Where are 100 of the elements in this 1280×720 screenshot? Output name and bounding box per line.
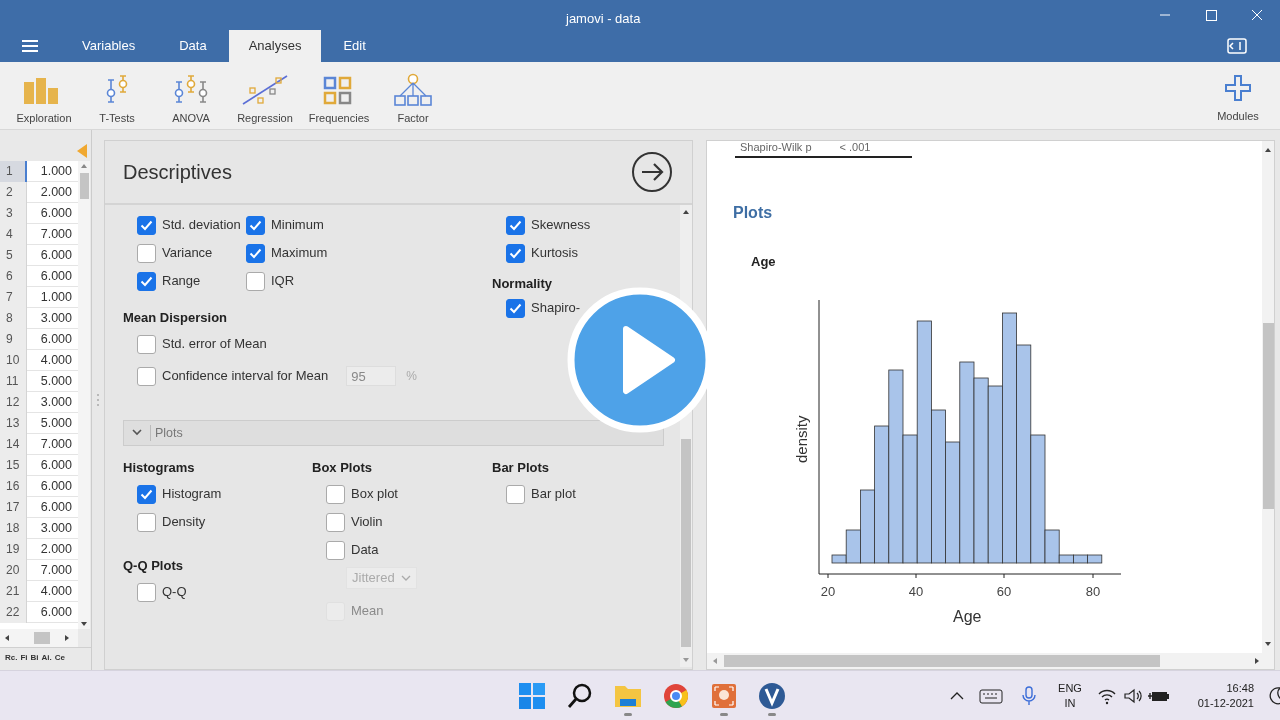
clock[interactable]: 16:48 01-12-2021 — [1192, 681, 1254, 711]
toolbar-button[interactable]: Regression — [228, 62, 302, 128]
row-number: 17 — [0, 497, 27, 518]
table-cell-text: 6.000 — [39, 205, 73, 222]
axis-tick-label: 80 — [1085, 582, 1101, 601]
toolbar-button[interactable]: Factor — [376, 62, 450, 128]
scrollbar-thumb[interactable] — [724, 655, 1160, 667]
scrollbar-thumb[interactable] — [1262, 323, 1274, 509]
checkbox[interactable] — [506, 484, 525, 504]
checkbox[interactable] — [137, 215, 156, 235]
row-number: 7 — [0, 287, 27, 308]
plot-title: Age — [751, 253, 777, 271]
toolbar-button[interactable]: Frequencies — [302, 62, 376, 128]
row-number: 18 — [0, 518, 27, 539]
table-cell-text: 6.000 — [39, 499, 73, 516]
table-cell-text: 1.000 — [39, 289, 73, 306]
axis-tick-label: 20 — [820, 582, 836, 601]
section-heading: Histograms — [123, 459, 196, 476]
row-number: 19 — [0, 539, 27, 560]
splitter-handle-icon[interactable] — [96, 393, 100, 407]
checkbox[interactable] — [326, 484, 345, 504]
checkbox[interactable] — [137, 243, 156, 263]
checkbox[interactable] — [246, 243, 265, 263]
tab[interactable]: Edit — [321, 30, 388, 62]
tab[interactable]: Data — [157, 30, 229, 62]
checkbox-label: Skewness — [531, 216, 591, 235]
checkbox[interactable] — [137, 484, 156, 504]
histogram-bar — [1073, 554, 1088, 563]
status-text: Rc. — [5, 652, 18, 664]
toolbar-button[interactable]: T-Tests — [80, 62, 154, 128]
scrollbar-thumb[interactable] — [34, 632, 50, 644]
row-number: 22 — [0, 602, 27, 623]
row-number: 16 — [0, 476, 27, 497]
checkbox-label: Minimum — [271, 216, 324, 235]
checkbox[interactable] — [506, 243, 525, 263]
row-number: 10 — [0, 350, 27, 371]
checkbox[interactable] — [137, 271, 156, 291]
row-number: 9 — [0, 329, 27, 350]
checkbox[interactable] — [326, 540, 345, 560]
status-text: Bi — [30, 652, 39, 664]
row-number: 2 — [0, 182, 27, 203]
speaker-icon[interactable] — [1122, 687, 1144, 705]
checkbox-label: Histogram — [162, 485, 222, 504]
histogram-bar — [1087, 554, 1103, 563]
checkbox-label: Box plot — [351, 485, 398, 504]
scrollbar-thumb[interactable] — [681, 439, 691, 647]
modules-button[interactable]: Modules — [1208, 62, 1268, 128]
checkbox[interactable] — [246, 271, 265, 291]
row-number: 13 — [0, 413, 27, 434]
scatter-line-icon — [240, 72, 290, 108]
row-number: 14 — [0, 434, 27, 455]
checkbox-label: Q-Q — [162, 583, 187, 602]
checkbox[interactable] — [137, 366, 156, 386]
table-cell-text: 3.000 — [39, 520, 73, 537]
panel-icon[interactable] — [1227, 38, 1247, 54]
hierarchy-icon — [393, 72, 433, 108]
section-heading: Q-Q Plots — [123, 557, 184, 574]
table-cell-text: 3.000 — [39, 310, 73, 327]
checkbox-label: Mean — [351, 602, 384, 621]
section-heading: Normality — [492, 275, 553, 292]
row-number: 20 — [0, 560, 27, 581]
panel-title: Descriptives — [123, 160, 232, 185]
chevron-down-icon — [401, 575, 411, 581]
checkbox[interactable] — [326, 512, 345, 532]
triangle-marker-icon — [76, 143, 88, 159]
table-cell-text: 7.000 — [39, 226, 73, 243]
tab[interactable]: Analyses — [228, 30, 322, 62]
section-heading: Box Plots — [312, 459, 373, 476]
axis-tick-label: 40 — [908, 582, 924, 601]
checkbox[interactable] — [137, 582, 156, 602]
checkbox[interactable] — [137, 334, 156, 354]
scrollbar-thumb[interactable] — [79, 173, 89, 199]
table-cell: < .001 — [839, 141, 871, 154]
tab[interactable]: Variables — [60, 30, 158, 62]
checkbox-label: Confidence interval for Mean — [162, 367, 329, 386]
language-indicator[interactable]: ENG IN — [1054, 681, 1086, 711]
axis-label: Age — [953, 606, 982, 627]
row-number: 1 — [0, 161, 27, 182]
table-cell-text: 6.000 — [39, 331, 73, 348]
checkbox[interactable] — [506, 298, 525, 318]
arrow-right-circle-icon[interactable] — [631, 151, 673, 193]
checkbox-label: Kurtosis — [531, 244, 578, 263]
checkbox[interactable] — [246, 215, 265, 235]
row-number: 5 — [0, 245, 27, 266]
status-text: Ai. — [41, 652, 52, 664]
checkbox[interactable] — [137, 512, 156, 532]
table-cell-text: 7.000 — [39, 562, 73, 579]
row-number: 4 — [0, 224, 27, 245]
toolbar-button[interactable]: Exploration — [8, 62, 80, 128]
table-cell-text: 2.000 — [39, 184, 73, 201]
row-number: 3 — [0, 203, 27, 224]
row-number: 21 — [0, 581, 27, 602]
checkbox[interactable] — [506, 215, 525, 235]
table-cell-text: 5.000 — [39, 373, 73, 390]
checkbox-label: Density — [162, 513, 206, 532]
status-text: Fi — [20, 652, 28, 664]
toolbar-button[interactable]: ANOVA — [154, 62, 228, 128]
wifi-icon[interactable] — [1096, 687, 1118, 705]
table-cell-text: 4.000 — [39, 352, 73, 369]
checkbox-label: Data — [351, 541, 379, 560]
